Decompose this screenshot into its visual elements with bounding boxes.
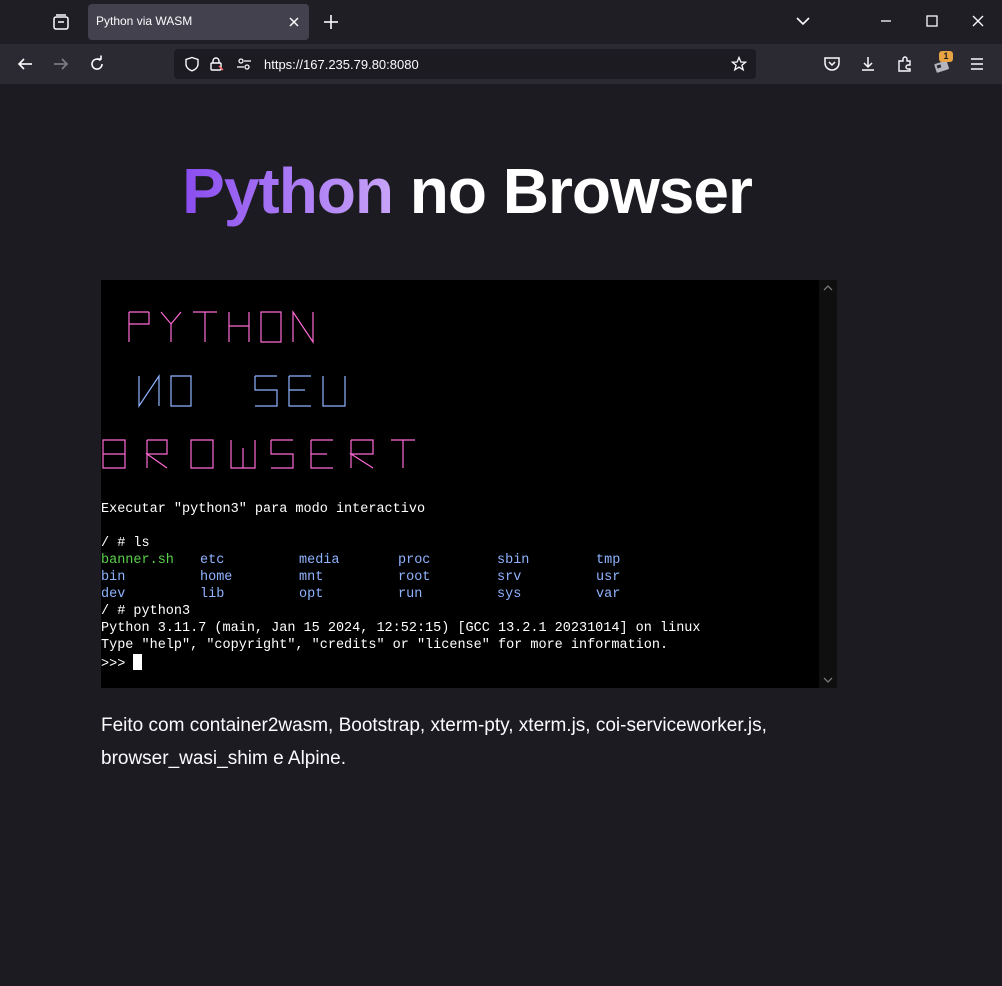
banner-note: Executar "python3" para modo interactivo — [101, 502, 426, 517]
python-prompt: >>> — [101, 657, 134, 672]
menu-icon[interactable] — [967, 54, 987, 74]
tab-strip: Python via WASM — [0, 0, 1002, 44]
command-ls: / # ls — [101, 536, 150, 551]
page-title: Python no Browser — [0, 154, 934, 228]
command-python: / # python3 — [101, 604, 191, 619]
close-icon[interactable] — [287, 15, 301, 29]
address-bar[interactable]: https://167.235.79.80:8080 — [174, 49, 756, 79]
navigation-toolbar: https://167.235.79.80:8080 — [0, 44, 1002, 84]
ls-entry: banner.sh — [101, 553, 174, 568]
ls-entry: dev — [101, 587, 126, 602]
ls-entry: srv — [497, 570, 522, 585]
title-rest: no Browser — [409, 155, 753, 227]
bookmark-star-icon[interactable] — [731, 56, 747, 72]
credits-text: Feito com container2wasm, Bootstrap, xte… — [101, 715, 767, 769]
terminal-scrollbar[interactable] — [819, 280, 837, 688]
back-icon[interactable] — [15, 54, 35, 74]
page-content: Python no Browser Executar "python3" par… — [0, 84, 1002, 986]
title-accent: Python — [182, 155, 394, 227]
python-help: Type "help", "copyright", "credits" or "… — [101, 638, 669, 653]
ls-entry: bin — [101, 570, 126, 585]
ls-entry: lib — [200, 587, 225, 602]
extension-badge: 1 — [939, 51, 953, 62]
pocket-icon[interactable] — [822, 54, 842, 74]
ls-row: banner.sh etc media proc sbin tmp — [101, 552, 819, 569]
ls-entry: proc — [398, 553, 431, 568]
ls-entry: mnt — [299, 570, 324, 585]
terminal[interactable]: Executar "python3" para modo interactivo… — [101, 280, 837, 688]
scroll-down-icon[interactable] — [823, 676, 833, 684]
ls-entry: sys — [497, 587, 522, 602]
chevron-down-icon[interactable] — [794, 12, 812, 30]
terminal-output: Executar "python3" para modo interactivo… — [101, 280, 819, 688]
permissions-icon[interactable] — [236, 56, 252, 72]
maximize-icon[interactable] — [923, 12, 941, 30]
tab-title: Python via WASM — [96, 14, 193, 28]
ls-row: bin home mnt root srv usr — [101, 569, 819, 586]
ls-entry: etc — [200, 553, 225, 568]
extensions-icon[interactable] — [895, 54, 915, 74]
ls-row: dev lib opt run sys var — [101, 586, 819, 603]
ls-entry: var — [596, 587, 621, 602]
download-icon[interactable] — [858, 54, 878, 74]
new-tab-icon[interactable] — [322, 13, 340, 31]
ls-entry: run — [398, 587, 423, 602]
ls-entry: usr — [596, 570, 621, 585]
scroll-up-icon[interactable] — [823, 284, 833, 292]
reload-icon[interactable] — [87, 54, 107, 74]
python-version: Python 3.11.7 (main, Jan 15 2024, 12:52:… — [101, 621, 701, 636]
ls-entry: home — [200, 570, 233, 585]
window-close-icon[interactable] — [969, 12, 987, 30]
lock-icon[interactable] — [208, 56, 224, 72]
tab-list-icon[interactable] — [50, 11, 72, 33]
ls-entry: root — [398, 570, 431, 585]
forward-icon[interactable] — [51, 54, 71, 74]
url-text[interactable]: https://167.235.79.80:8080 — [264, 57, 419, 72]
ls-entry: sbin — [497, 553, 530, 568]
python-prompt-line[interactable]: >>> — [101, 654, 819, 672]
ls-entry: opt — [299, 587, 324, 602]
python-on-browser-ascii-banner — [102, 310, 415, 469]
ls-entry: media — [299, 553, 340, 568]
minimize-icon[interactable] — [877, 12, 895, 30]
terminal-cursor — [133, 654, 143, 670]
active-tab[interactable]: Python via WASM — [88, 4, 309, 40]
shield-icon[interactable] — [184, 56, 200, 72]
ls-entry: tmp — [596, 553, 621, 568]
